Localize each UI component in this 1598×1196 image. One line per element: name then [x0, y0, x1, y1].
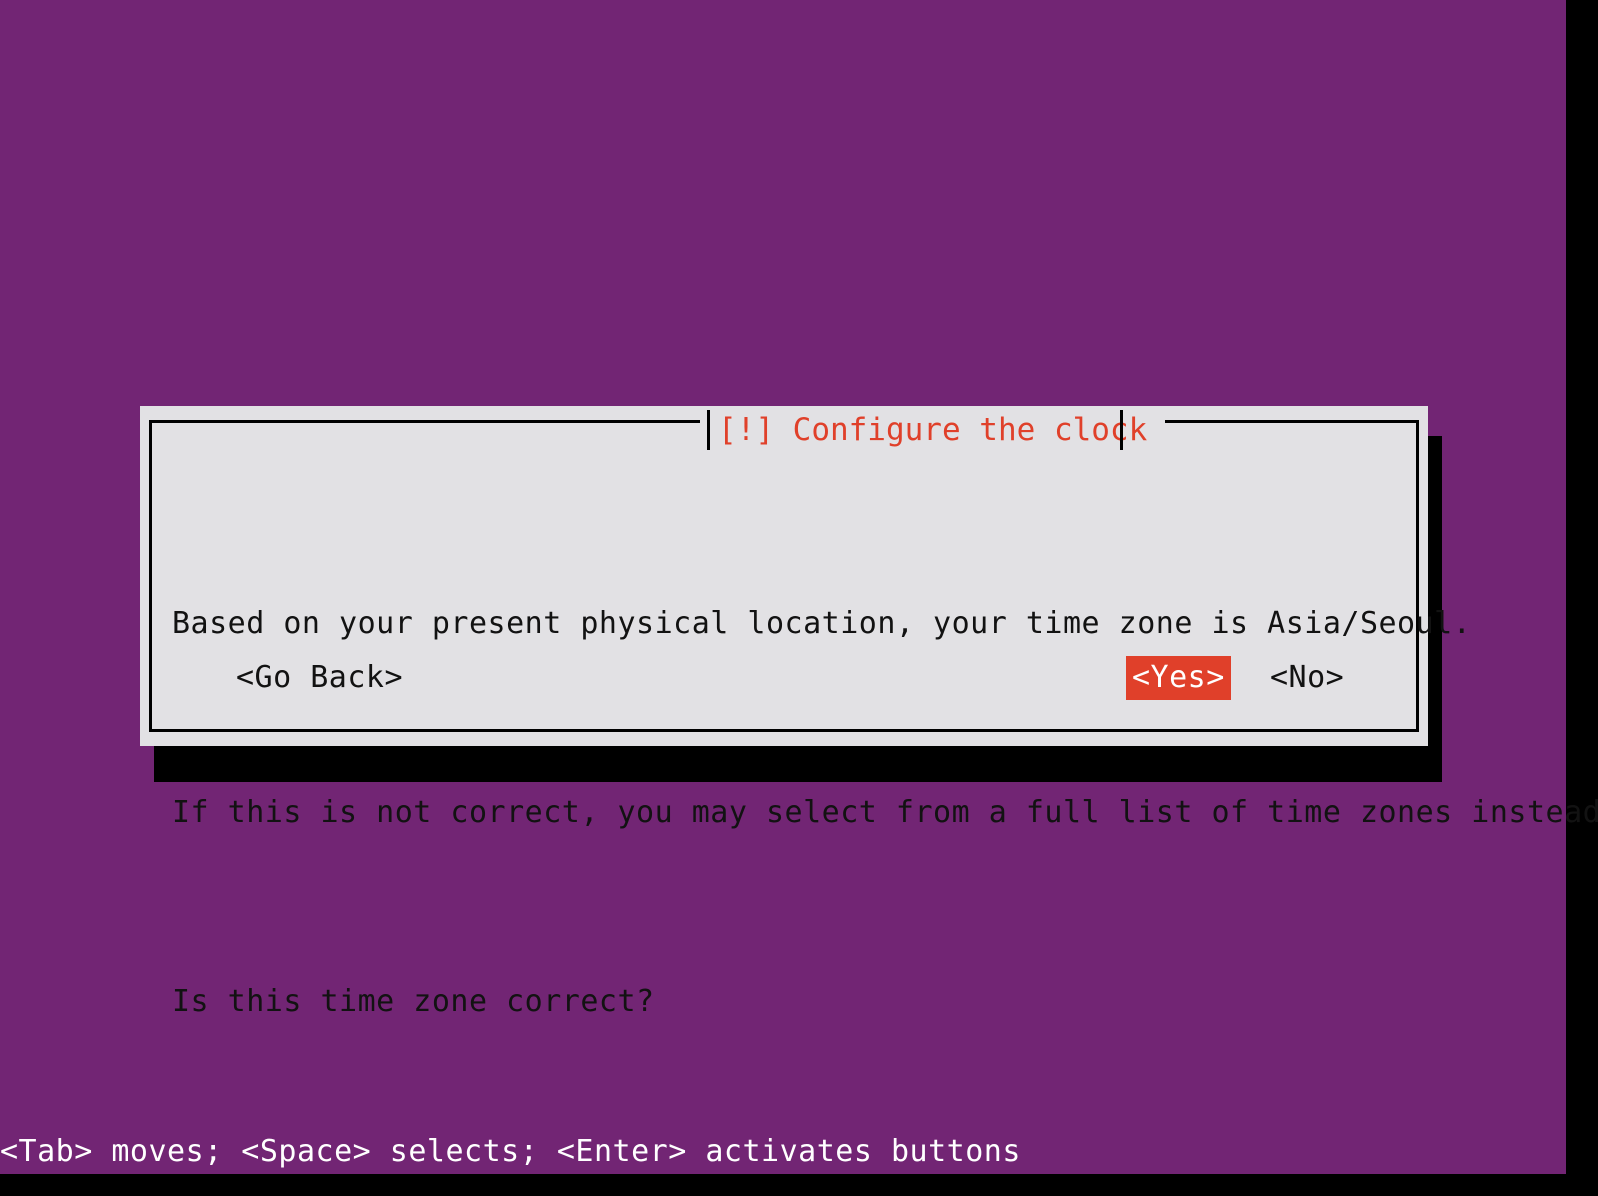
title-rule-tick-left — [707, 410, 710, 450]
body-line-location: Based on your present physical location,… — [172, 606, 1472, 641]
yes-button[interactable]: <Yes> — [1126, 656, 1231, 700]
installer-screen: [!] Configure the clock Based on your pr… — [0, 0, 1598, 1196]
body-line-instruction: If this is not correct, you may select f… — [172, 795, 1598, 830]
keyboard-help-footer: <Tab> moves; <Space> selects; <Enter> ac… — [0, 1134, 1021, 1169]
title-rule-tick-right — [1120, 410, 1123, 450]
framebuffer-bottom-gutter — [0, 1174, 1598, 1196]
framebuffer-right-gutter — [1566, 0, 1598, 1196]
go-back-button[interactable]: <Go Back> — [232, 656, 407, 700]
dialog-body-text: Based on your present physical location,… — [172, 466, 1598, 1159]
dialog-button-row: <Go Back> <Yes> <No> — [172, 656, 1412, 702]
dialog-title: [!] Configure the clock — [700, 408, 1166, 452]
no-button[interactable]: <No> — [1266, 656, 1348, 700]
body-line-question: Is this time zone correct? — [172, 984, 655, 1019]
